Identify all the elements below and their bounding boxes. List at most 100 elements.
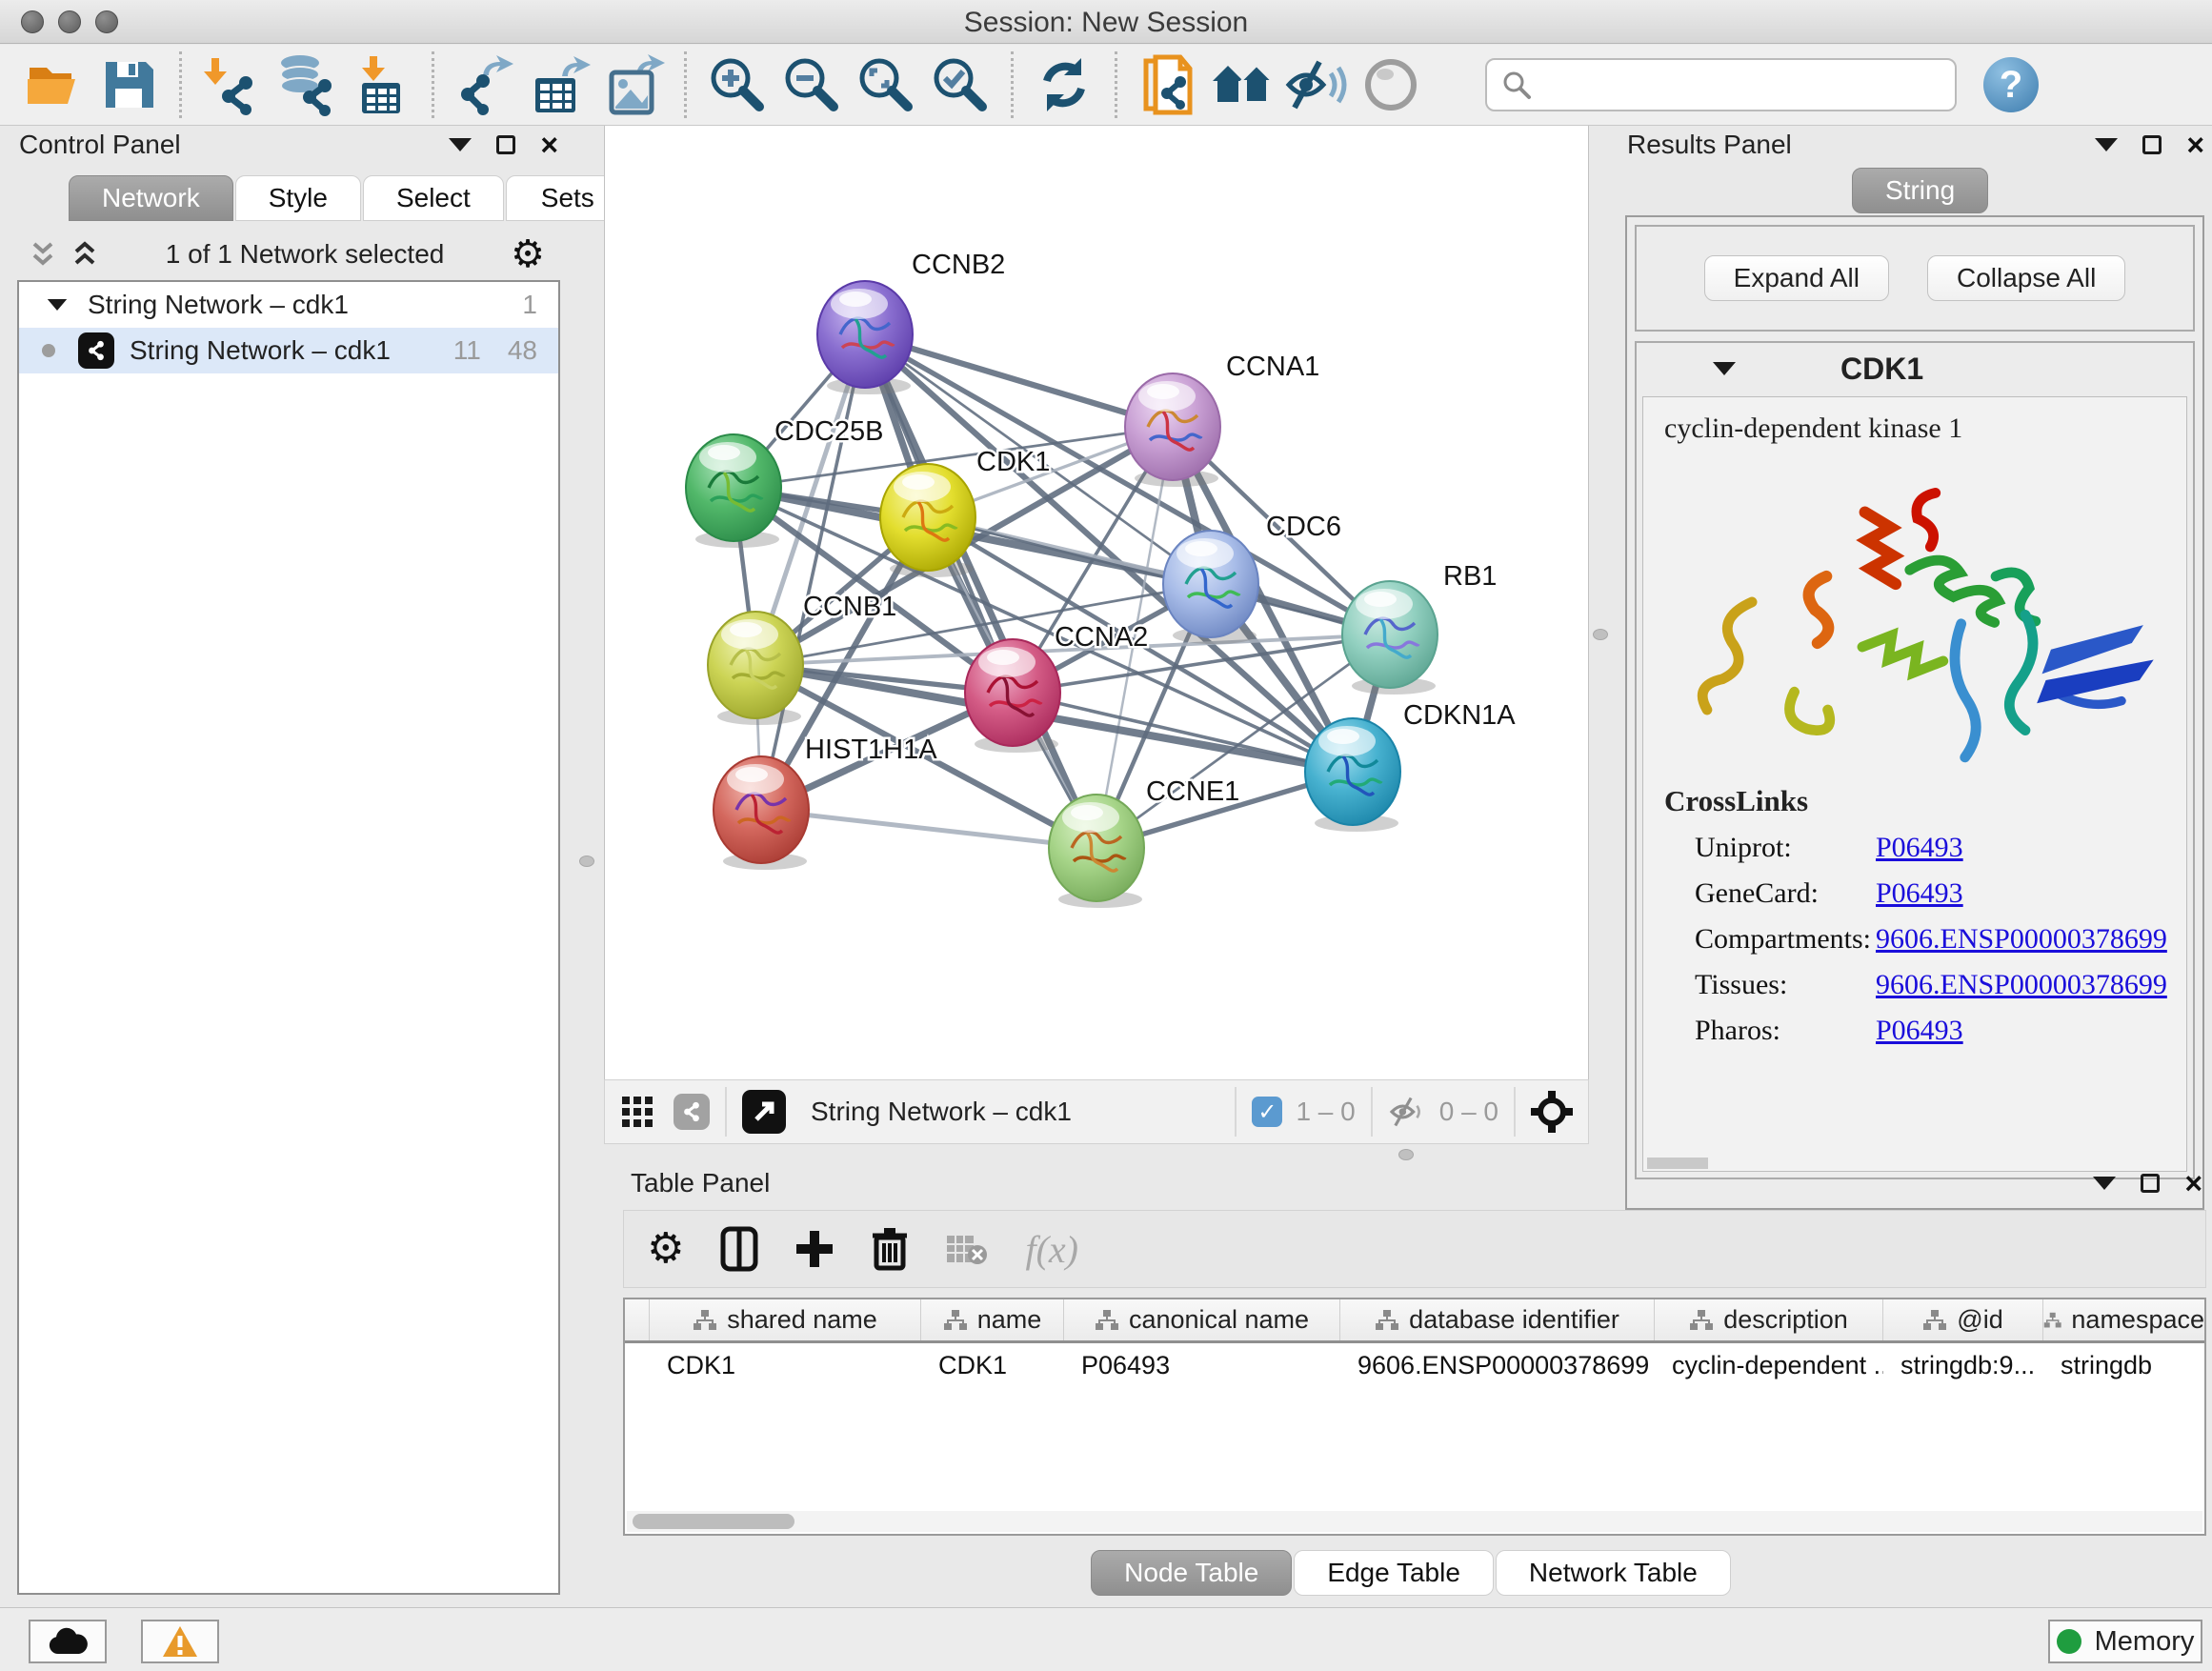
column-header-description[interactable]: description (1655, 1299, 1883, 1340)
warning-status-button[interactable] (141, 1620, 219, 1663)
column-header-label: description (1723, 1305, 1848, 1335)
network-node-CDKN1A[interactable]: CDKN1A (1305, 700, 1516, 832)
crosslink-value-link[interactable]: 9606.ENSP00000378699 (1876, 969, 2167, 1001)
expand-all-icon[interactable] (70, 238, 99, 271)
hidden-eye-icon[interactable] (1388, 1096, 1428, 1128)
search-input[interactable] (1533, 69, 1933, 101)
column-header-shared-name[interactable]: shared name (650, 1299, 921, 1340)
column-header-namespace[interactable]: namespace (2043, 1299, 2205, 1340)
zoom-fit-icon[interactable] (855, 53, 917, 116)
column-type-icon (2043, 1309, 2061, 1332)
network-node-CCNE1[interactable]: CCNE1 (1049, 776, 1239, 908)
network-options-gear-icon[interactable]: ⚙ (511, 235, 545, 273)
zoom-selected-icon[interactable] (929, 53, 992, 116)
birdseye-grid-icon[interactable] (620, 1095, 654, 1129)
home-icon[interactable] (1211, 53, 1274, 116)
float-panel-icon[interactable] (2142, 135, 2162, 154)
table-cell[interactable]: stringdb (2043, 1343, 2205, 1387)
refresh-icon[interactable] (1033, 53, 1096, 116)
network-edge[interactable] (865, 334, 1096, 848)
float-panel-icon[interactable] (496, 135, 515, 154)
tab-select[interactable]: Select (363, 175, 504, 221)
table-cell[interactable]: CDK1 (650, 1343, 921, 1387)
function-builder-icon[interactable]: f(x) (1025, 1227, 1078, 1272)
tab-network[interactable]: Network (69, 175, 233, 221)
string-badge-icon[interactable] (674, 1094, 710, 1130)
add-column-icon[interactable] (794, 1229, 835, 1269)
network-row[interactable]: String Network – cdk1 11 48 (19, 328, 558, 373)
right-splitter-handle[interactable] (1593, 629, 1608, 640)
show-columns-icon[interactable] (720, 1226, 758, 1272)
tab-string[interactable]: String (1852, 168, 1988, 213)
table-cell[interactable]: P06493 (1064, 1343, 1340, 1387)
panel-menu-icon[interactable] (2093, 1177, 2116, 1190)
horizontal-splitter-handle[interactable] (1398, 1149, 1414, 1160)
delete-table-icon[interactable] (945, 1232, 989, 1266)
save-session-icon[interactable] (97, 53, 160, 116)
open-in-window-icon[interactable] (742, 1090, 786, 1134)
export-image-icon[interactable] (602, 53, 665, 116)
row-gutter (625, 1343, 650, 1387)
table-hscroll-thumb[interactable] (633, 1514, 794, 1529)
crosslink-value-link[interactable]: P06493 (1876, 832, 1963, 864)
collapse-all-button[interactable]: Collapse All (1927, 255, 2125, 301)
table-hscrollbar[interactable] (627, 1511, 2202, 1532)
close-panel-icon[interactable]: × (540, 135, 558, 154)
close-panel-icon[interactable]: × (2184, 1174, 2202, 1193)
delete-column-icon[interactable] (871, 1226, 909, 1272)
left-splitter-handle[interactable] (579, 856, 594, 867)
panel-menu-icon[interactable] (449, 138, 472, 151)
sphere-icon[interactable] (1359, 53, 1422, 116)
export-network-icon[interactable] (453, 53, 516, 116)
hidden-node-edge-counts: 0 – 0 (1439, 1097, 1498, 1127)
crosslink-value-link[interactable]: P06493 (1876, 1015, 1963, 1047)
tab-style[interactable]: Style (235, 175, 361, 221)
selected-checkbox[interactable]: ✓ (1252, 1097, 1282, 1127)
export-table-icon[interactable] (528, 53, 591, 116)
crosslink-row: Compartments:9606.ENSP00000378699 (1695, 923, 2186, 956)
network-edge[interactable] (761, 810, 1096, 848)
zoom-out-icon[interactable] (780, 53, 843, 116)
pan-crosshair-icon[interactable] (1531, 1091, 1573, 1133)
memory-button[interactable]: Memory (2048, 1620, 2202, 1663)
column-header-canonical-name[interactable]: canonical name (1064, 1299, 1340, 1340)
tab-edge-table[interactable]: Edge Table (1294, 1550, 1494, 1596)
table-options-gear-icon[interactable]: ⚙ (647, 1230, 684, 1268)
help-button[interactable]: ? (1983, 57, 2039, 112)
table-cell[interactable]: 9606.ENSP00000378699 (1340, 1343, 1655, 1387)
panel-menu-icon[interactable] (2095, 138, 2118, 151)
table-row[interactable]: CDK1CDK1P064939606.ENSP00000378699cyclin… (625, 1343, 2204, 1387)
table-cell[interactable]: stringdb:9... (1883, 1343, 2043, 1387)
toolbar-separator (179, 51, 182, 118)
column-header-database-identifier[interactable]: database identifier (1340, 1299, 1655, 1340)
close-panel-icon[interactable]: × (2186, 135, 2204, 154)
network-collection-row[interactable]: String Network – cdk1 1 (19, 282, 558, 328)
search-field[interactable] (1485, 58, 1957, 111)
zoom-in-icon[interactable] (706, 53, 769, 116)
open-session-icon[interactable] (23, 53, 86, 116)
network-node-HIST1H1A[interactable]: HIST1H1A (714, 735, 937, 870)
column-header-name[interactable]: name (921, 1299, 1064, 1340)
collapse-section-icon[interactable] (1713, 362, 1736, 375)
share-document-icon[interactable] (1136, 53, 1199, 116)
network-node-CDC6[interactable]: CDC6 (1163, 512, 1341, 644)
table-cell[interactable]: CDK1 (921, 1343, 1064, 1387)
collapse-all-icon[interactable] (29, 238, 57, 271)
hide-panel-eye-icon[interactable] (1285, 53, 1348, 116)
crosslink-value-link[interactable]: P06493 (1876, 877, 1963, 910)
crosslink-value-link[interactable]: 9606.ENSP00000378699 (1876, 923, 2167, 956)
column-header-id[interactable]: @id (1883, 1299, 2043, 1340)
import-network-icon[interactable] (201, 53, 264, 116)
collapse-collection-icon[interactable] (48, 299, 67, 311)
tab-network-table[interactable]: Network Table (1496, 1550, 1731, 1596)
tab-node-table[interactable]: Node Table (1091, 1550, 1292, 1596)
table-cell[interactable]: cyclin-dependent ... (1655, 1343, 1883, 1387)
network-canvas[interactable]: CCNB2CCNA1CDC25BCDK1CDC6RB1CCNB1CCNA2CDK… (604, 126, 1589, 1079)
expand-all-button[interactable]: Expand All (1704, 255, 1889, 301)
import-table-icon[interactable] (350, 53, 412, 116)
float-panel-icon[interactable] (2141, 1174, 2160, 1193)
network-node-RB1[interactable]: RB1 (1342, 561, 1497, 695)
import-database-icon[interactable] (275, 53, 338, 116)
network-node-CCNA1[interactable]: CCNA1 (1125, 352, 1319, 487)
cloud-status-button[interactable] (29, 1620, 107, 1663)
